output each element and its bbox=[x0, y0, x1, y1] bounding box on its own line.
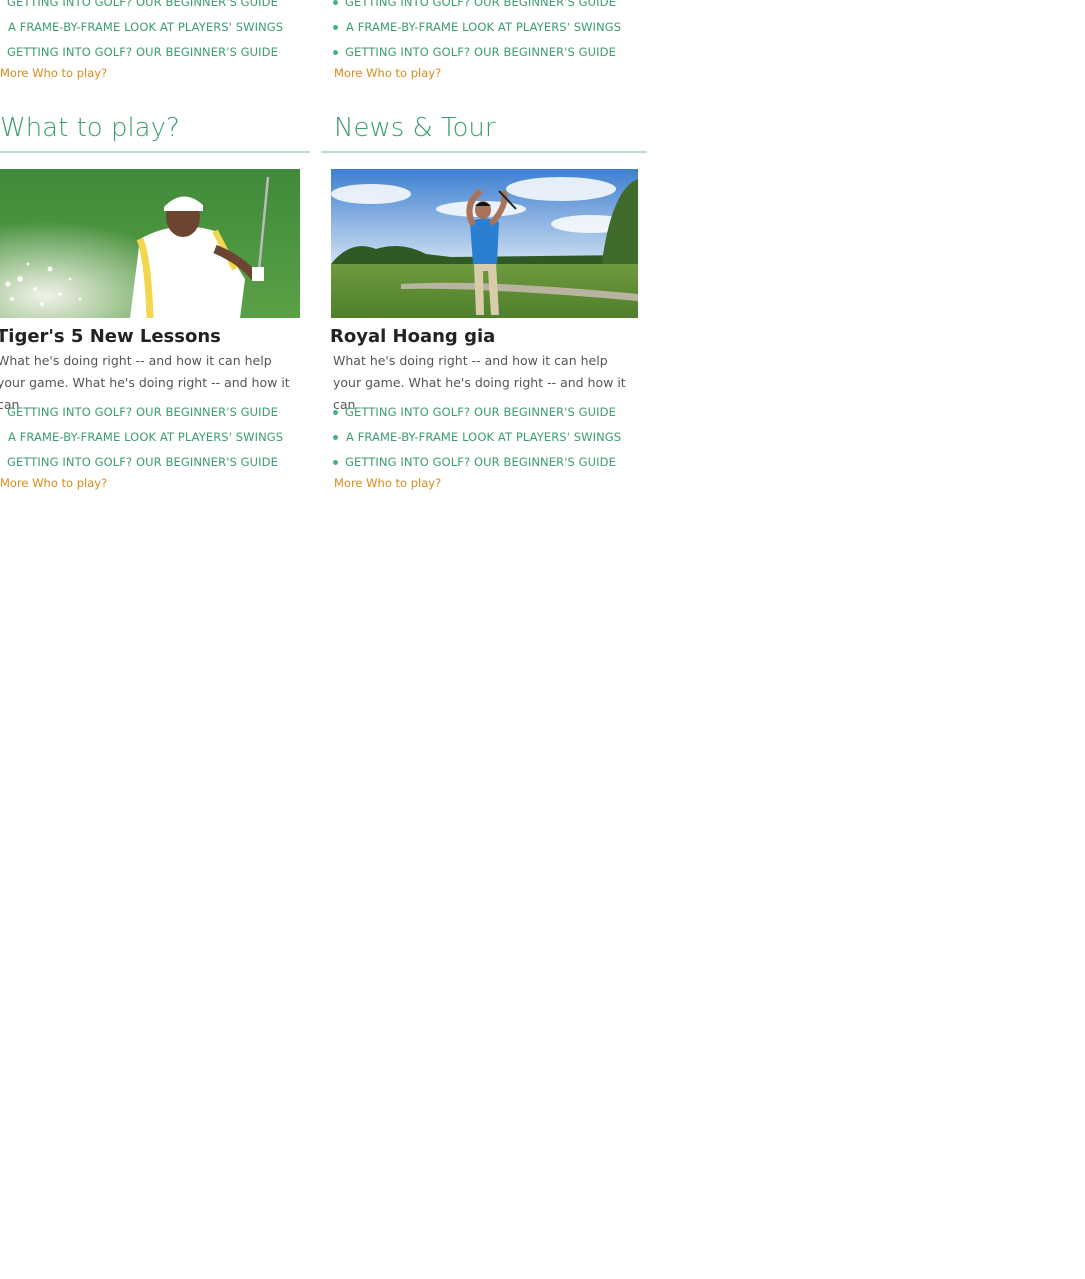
list-item[interactable]: GETTING INTO GOLF? OUR BEGINNER'S GUIDE bbox=[321, 400, 647, 425]
top-link-list-left: GETTING INTO GOLF? OUR BEGINNER'S GUIDE … bbox=[0, 0, 310, 65]
list-item[interactable]: GETTING INTO GOLF? OUR BEGINNER'S GUIDE bbox=[321, 0, 647, 15]
bullet-icon bbox=[333, 435, 338, 440]
section-divider bbox=[0, 151, 310, 153]
section-divider bbox=[321, 151, 647, 153]
list-item[interactable]: A FRAME-BY-FRAME LOOK AT PLAYERS' SWINGS bbox=[321, 15, 647, 40]
list-item[interactable]: A FRAME-BY-FRAME LOOK AT PLAYERS' SWINGS bbox=[0, 425, 310, 450]
golfer-bunker-shot-photo[interactable] bbox=[0, 169, 300, 318]
more-link[interactable]: More Who to play? bbox=[334, 66, 441, 80]
list-item[interactable]: GETTING INTO GOLF? OUR BEGINNER'S GUIDE bbox=[0, 450, 310, 475]
article-link-list: GETTING INTO GOLF? OUR BEGINNER'S GUIDE … bbox=[321, 400, 647, 475]
bullet-icon bbox=[333, 0, 338, 5]
more-link[interactable]: More Who to play? bbox=[0, 476, 107, 490]
list-item[interactable]: GETTING INTO GOLF? OUR BEGINNER'S GUIDE bbox=[321, 40, 647, 65]
list-item[interactable]: GETTING INTO GOLF? OUR BEGINNER'S GUIDE bbox=[321, 450, 647, 475]
golfer-swing-course-photo[interactable] bbox=[331, 169, 638, 318]
article-title[interactable]: Royal Hoang gia bbox=[330, 324, 495, 350]
bullet-icon bbox=[333, 410, 338, 415]
article-title[interactable]: Tiger's 5 New Lessons bbox=[0, 324, 221, 350]
article-link-list: GETTING INTO GOLF? OUR BEGINNER'S GUIDE … bbox=[0, 400, 310, 475]
list-item[interactable]: GETTING INTO GOLF? OUR BEGINNER'S GUIDE bbox=[0, 400, 310, 425]
list-item[interactable]: A FRAME-BY-FRAME LOOK AT PLAYERS' SWINGS bbox=[0, 15, 310, 40]
bullet-icon bbox=[333, 50, 338, 55]
more-link[interactable]: More Who to play? bbox=[0, 66, 107, 80]
list-item[interactable]: GETTING INTO GOLF? OUR BEGINNER'S GUIDE bbox=[0, 40, 310, 65]
top-link-list-right: GETTING INTO GOLF? OUR BEGINNER'S GUIDE … bbox=[321, 0, 647, 65]
list-item[interactable]: A FRAME-BY-FRAME LOOK AT PLAYERS' SWINGS bbox=[321, 425, 647, 450]
section-title: What to play? bbox=[0, 113, 180, 143]
bullet-icon bbox=[333, 25, 338, 30]
bullet-icon bbox=[333, 460, 338, 465]
section-title: News & Tour bbox=[334, 113, 496, 143]
more-link[interactable]: More Who to play? bbox=[334, 476, 441, 490]
list-item[interactable]: GETTING INTO GOLF? OUR BEGINNER'S GUIDE bbox=[0, 0, 310, 15]
